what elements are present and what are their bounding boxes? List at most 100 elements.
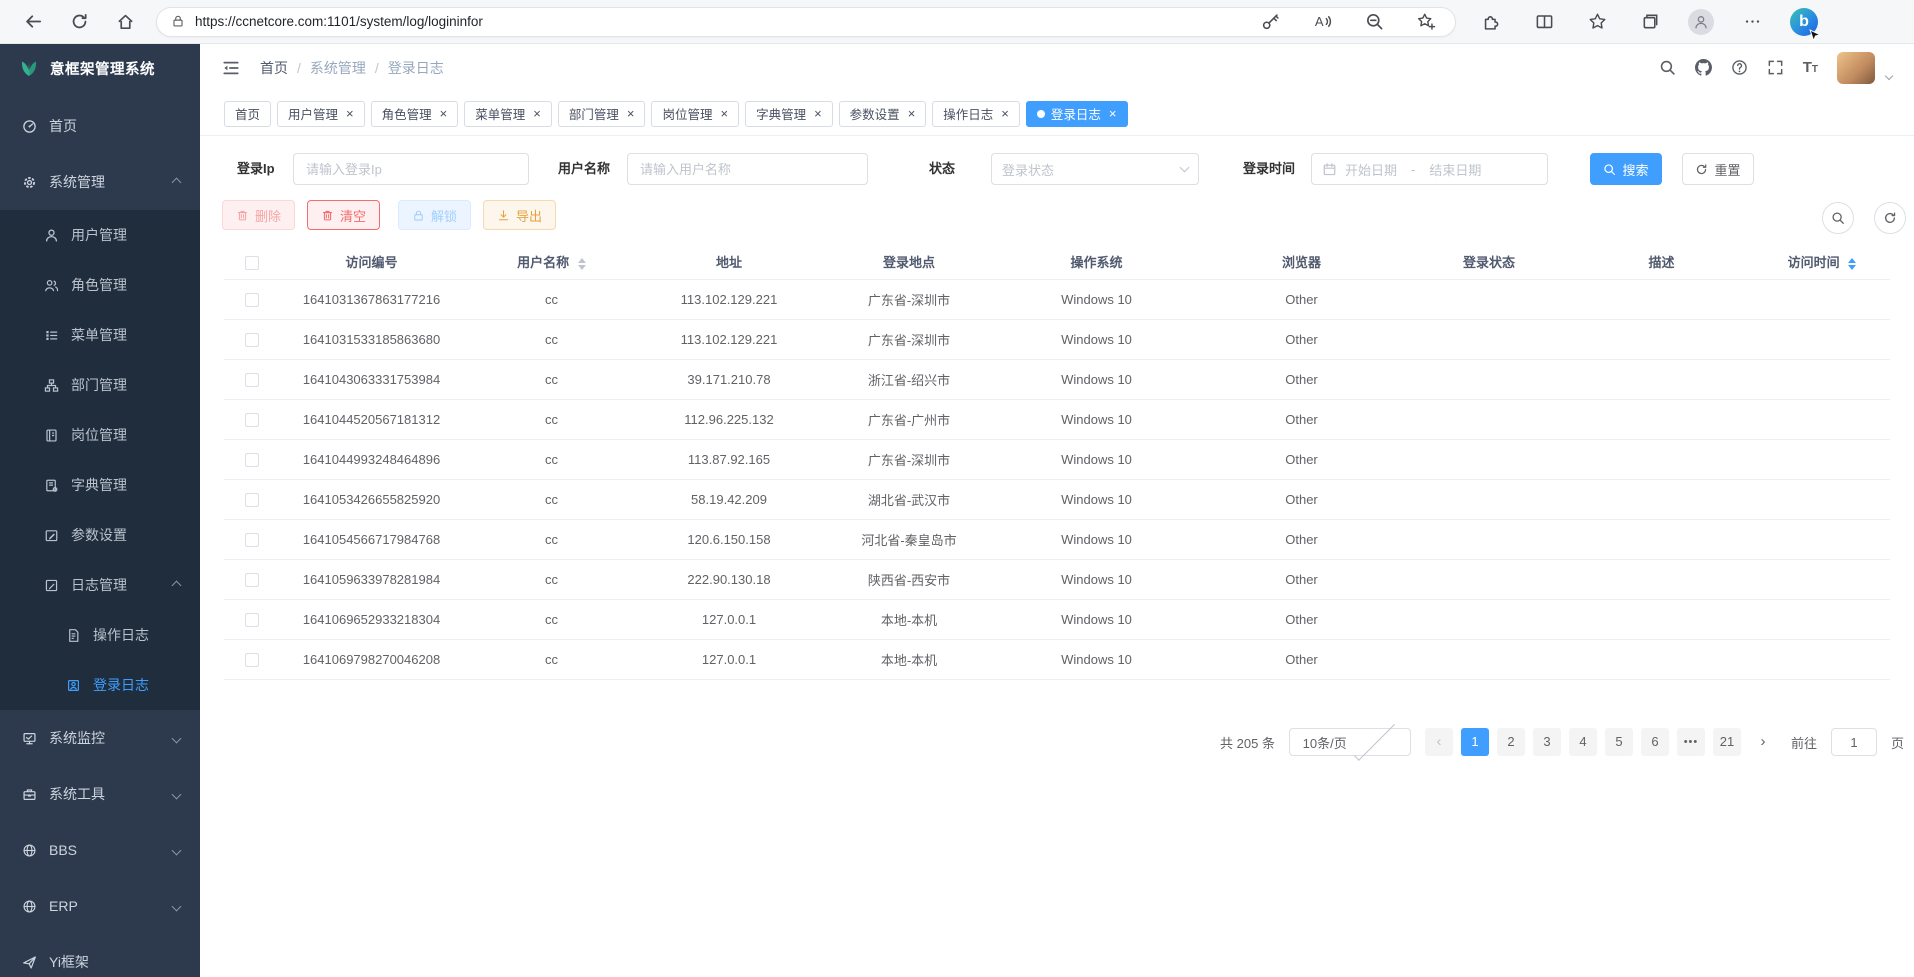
row-checkbox[interactable] <box>245 413 259 427</box>
split-screen-icon[interactable] <box>1529 7 1559 37</box>
tab-close-icon[interactable]: × <box>440 107 448 120</box>
row-checkbox[interactable] <box>245 333 259 347</box>
page-size-select[interactable]: 10条/页 <box>1289 728 1411 756</box>
sidebar-item[interactable]: 操作日志 <box>0 610 200 660</box>
page-number-button[interactable]: 6 <box>1641 728 1669 756</box>
column-header[interactable]: 访问编号 <box>279 245 464 279</box>
row-checkbox[interactable] <box>245 453 259 467</box>
row-checkbox[interactable] <box>245 533 259 547</box>
column-header[interactable]: 地址 <box>639 245 819 279</box>
sidebar-item[interactable]: 参数设置 <box>0 510 200 560</box>
sidebar-item[interactable]: Yi框架 <box>0 934 200 977</box>
browser-refresh-icon[interactable] <box>64 7 94 37</box>
sidebar-item[interactable]: 菜单管理 <box>0 310 200 360</box>
sidebar-item[interactable]: 字典管理 <box>0 460 200 510</box>
fullscreen-icon[interactable] <box>1767 59 1784 77</box>
status-select[interactable]: 登录状态 <box>991 153 1199 185</box>
sort-icon[interactable] <box>1848 258 1856 270</box>
row-checkbox[interactable] <box>245 493 259 507</box>
url-text[interactable]: https://ccnetcore.com:1101/system/log/lo… <box>195 14 483 29</box>
extensions-puzzle-icon[interactable] <box>1476 7 1506 37</box>
header-search-icon[interactable] <box>1659 59 1676 77</box>
user-avatar[interactable] <box>1837 52 1875 84</box>
end-date-placeholder[interactable]: 结束日期 <box>1429 160 1481 179</box>
password-key-icon[interactable] <box>1255 7 1285 37</box>
browser-home-icon[interactable] <box>110 7 140 37</box>
tab[interactable]: 用户管理 × <box>277 101 365 127</box>
page-number-button[interactable]: 3 <box>1533 728 1561 756</box>
sidebar-item[interactable]: 登录日志 <box>0 660 200 710</box>
column-header[interactable] <box>224 245 279 279</box>
tab-close-icon[interactable]: × <box>814 107 822 120</box>
address-bar[interactable]: https://ccnetcore.com:1101/system/log/lo… <box>156 7 1456 37</box>
breadcrumb-system[interactable]: 系统管理 <box>310 58 366 78</box>
breadcrumb-home[interactable]: 首页 <box>260 58 288 78</box>
page-number-button[interactable]: 5 <box>1605 728 1633 756</box>
prev-page-button[interactable]: ‹ <box>1425 728 1453 756</box>
font-size-icon[interactable]: TT <box>1803 59 1818 77</box>
column-header[interactable]: 描述 <box>1569 245 1754 279</box>
tab[interactable]: 字典管理 × <box>745 101 833 127</box>
next-page-button[interactable]: › <box>1749 728 1777 756</box>
column-header[interactable]: 访问时间 <box>1754 245 1890 279</box>
unlock-button[interactable]: 解锁 <box>398 200 471 230</box>
select-all-checkbox[interactable] <box>245 256 259 270</box>
sidebar-item[interactable]: 系统监控 <box>0 710 200 766</box>
sidebar-item[interactable]: 部门管理 <box>0 360 200 410</box>
column-header[interactable]: 操作系统 <box>999 245 1194 279</box>
row-checkbox[interactable] <box>245 373 259 387</box>
reset-button[interactable]: 重置 <box>1682 153 1754 185</box>
tab[interactable]: 菜单管理 × <box>464 101 552 127</box>
row-checkbox[interactable] <box>245 293 259 307</box>
browser-back-icon[interactable] <box>18 7 48 37</box>
page-number-button[interactable]: 2 <box>1497 728 1525 756</box>
page-number-button[interactable]: 1 <box>1461 728 1489 756</box>
sidebar-item[interactable]: 岗位管理 <box>0 410 200 460</box>
menu-fold-icon[interactable] <box>222 59 240 77</box>
date-range-picker[interactable]: 开始日期 - 结束日期 <box>1311 153 1548 185</box>
row-checkbox[interactable] <box>245 573 259 587</box>
column-header[interactable]: 用户名称 <box>464 245 639 279</box>
tab-close-icon[interactable]: × <box>627 107 635 120</box>
sort-icon[interactable] <box>578 258 586 270</box>
goto-page-input[interactable] <box>1831 728 1877 756</box>
sidebar-item[interactable]: ERP <box>0 878 200 934</box>
help-icon[interactable] <box>1731 59 1748 77</box>
favorites-star-icon[interactable] <box>1582 7 1612 37</box>
user-name-input[interactable] <box>627 153 868 185</box>
tab[interactable]: 岗位管理 × <box>651 101 739 127</box>
start-date-placeholder[interactable]: 开始日期 <box>1345 160 1397 179</box>
collections-icon[interactable] <box>1635 7 1665 37</box>
show-search-circle-button[interactable] <box>1822 202 1854 234</box>
refresh-table-circle-button[interactable] <box>1874 202 1906 234</box>
sidebar-item[interactable]: 用户管理 <box>0 210 200 260</box>
browser-menu-dots-icon[interactable] <box>1737 7 1767 37</box>
tab-close-icon[interactable]: × <box>346 107 354 120</box>
tab-close-icon[interactable]: × <box>1109 107 1117 120</box>
sidebar-item[interactable]: BBS <box>0 822 200 878</box>
sidebar-item[interactable]: 系统管理 <box>0 154 200 210</box>
zoom-out-icon[interactable] <box>1359 7 1389 37</box>
app-logo[interactable]: 意框架管理系统 <box>0 44 200 92</box>
login-ip-input[interactable] <box>293 153 529 185</box>
export-button[interactable]: 导出 <box>483 200 556 230</box>
search-button[interactable]: 搜索 <box>1590 153 1662 185</box>
sidebar-item[interactable]: 角色管理 <box>0 260 200 310</box>
row-checkbox[interactable] <box>245 613 259 627</box>
tab[interactable]: 参数设置 × <box>839 101 927 127</box>
tab[interactable]: 登录日志 × <box>1026 101 1128 127</box>
sidebar-item[interactable]: 系统工具 <box>0 766 200 822</box>
column-header[interactable]: 浏览器 <box>1194 245 1409 279</box>
site-security-lock-icon[interactable] <box>171 13 185 31</box>
browser-profile-avatar[interactable] <box>1688 9 1714 35</box>
sidebar-item[interactable]: 日志管理 <box>0 560 200 610</box>
page-number-button[interactable]: 21 <box>1713 728 1741 756</box>
page-number-button[interactable]: ••• <box>1677 728 1705 756</box>
column-header[interactable]: 登录地点 <box>819 245 999 279</box>
tab[interactable]: 部门管理 × <box>558 101 646 127</box>
tab[interactable]: 角色管理 × <box>371 101 459 127</box>
tab[interactable]: 首页 × <box>224 101 271 127</box>
clear-button[interactable]: 清空 <box>307 200 380 230</box>
tab-close-icon[interactable]: × <box>1001 107 1009 120</box>
read-aloud-icon[interactable] <box>1307 7 1337 37</box>
